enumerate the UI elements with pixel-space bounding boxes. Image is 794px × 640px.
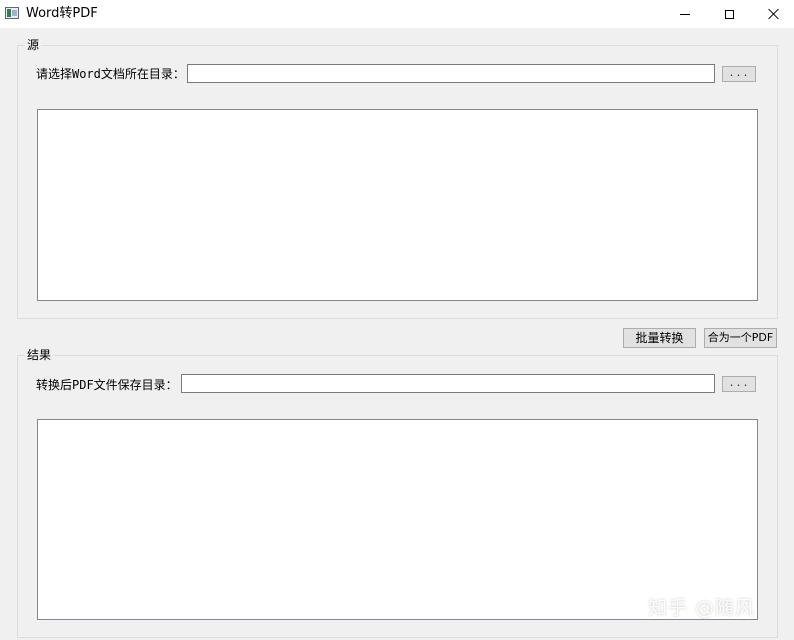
maximize-button[interactable]: [706, 0, 752, 28]
app-window-icon: [5, 7, 19, 19]
close-icon: [768, 8, 780, 20]
result-directory-label: 转换后PDF文件保存目录：: [36, 378, 178, 392]
title-bar[interactable]: Word转PDF: [0, 0, 794, 28]
merge-pdf-button[interactable]: 合为一个PDF: [704, 328, 777, 348]
batch-convert-button[interactable]: 批量转换: [623, 328, 696, 348]
minimize-icon: [680, 13, 690, 15]
source-browse-button[interactable]: ...: [722, 66, 756, 82]
close-button[interactable]: [751, 0, 794, 28]
result-file-list[interactable]: [37, 419, 758, 620]
source-directory-label: 请选择Word文档所在目录：: [36, 67, 185, 81]
maximize-icon: [724, 9, 734, 19]
result-directory-input[interactable]: [181, 374, 715, 393]
result-group-title: 结果: [25, 348, 54, 362]
result-browse-button[interactable]: ...: [722, 376, 756, 392]
source-group-title: 源: [25, 38, 42, 52]
window-title: Word转PDF: [26, 6, 98, 21]
source-directory-input[interactable]: [187, 64, 715, 83]
source-file-list[interactable]: [37, 109, 758, 301]
watermark-text: 知乎 @随风: [648, 597, 756, 619]
minimize-button[interactable]: [662, 0, 708, 28]
